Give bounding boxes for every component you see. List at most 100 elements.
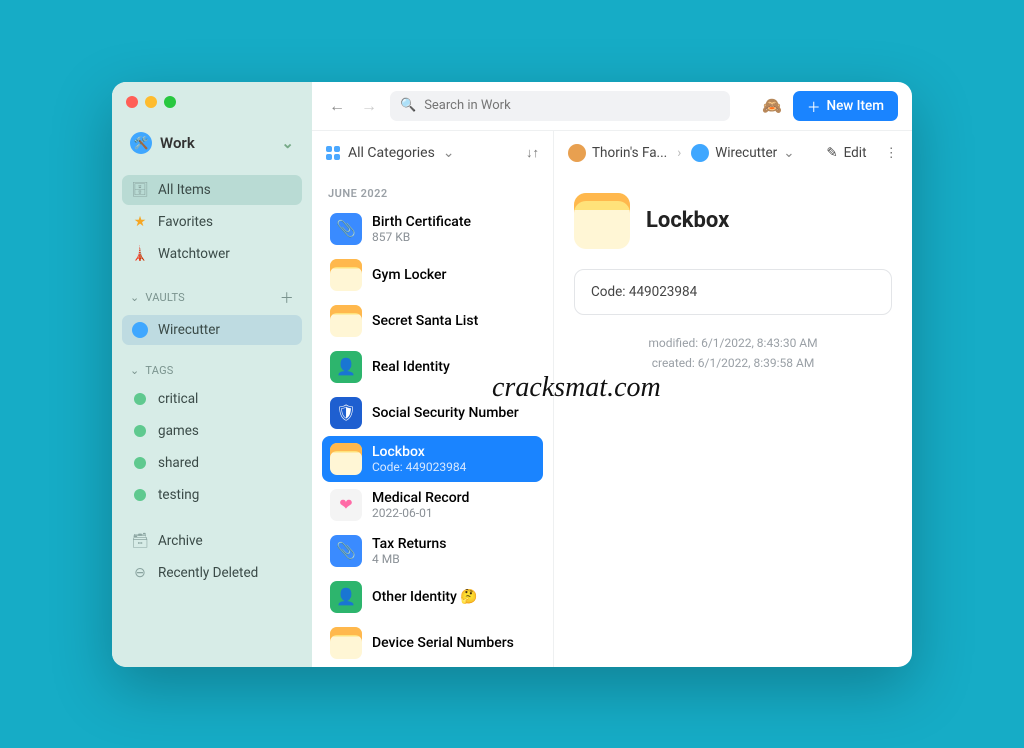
detail-body: Lockbox Code: 449023984 modified: 6/1/20… bbox=[554, 175, 912, 667]
filter-label: All Categories bbox=[348, 145, 435, 161]
more-button[interactable]: ⋮ bbox=[885, 145, 899, 161]
window-controls bbox=[122, 96, 302, 126]
sidebar-item-label: Recently Deleted bbox=[158, 565, 258, 581]
pencil-icon: ✎ bbox=[826, 145, 837, 161]
vault-selector[interactable]: 🛠️ Work ⌄ bbox=[122, 126, 302, 160]
grid-icon bbox=[326, 146, 340, 160]
add-vault-button[interactable]: ＋ bbox=[280, 288, 294, 308]
sidebar-tag-testing[interactable]: testing bbox=[122, 480, 302, 510]
item-field-code[interactable]: Code: 449023984 bbox=[574, 269, 892, 315]
tag-icon bbox=[132, 393, 148, 405]
sidebar-item-label: Archive bbox=[158, 533, 203, 549]
sidebar-tag-games[interactable]: games bbox=[122, 416, 302, 446]
chevron-down-icon: ⌄ bbox=[443, 145, 455, 161]
vault-selector-detail[interactable]: Wirecutter ⌄ bbox=[691, 144, 794, 162]
separator: › bbox=[677, 145, 681, 161]
content-columns: All Categories ⌄ ↓↑ JUNE 2022 📎 Birth Ce… bbox=[312, 130, 912, 667]
trash-icon: ⊖ bbox=[132, 565, 148, 581]
search-input[interactable] bbox=[424, 98, 720, 113]
item-title: Social Security Number bbox=[372, 405, 519, 421]
list-item[interactable]: Gym Locker bbox=[322, 252, 543, 298]
tag-icon bbox=[132, 457, 148, 469]
list-item[interactable]: ❤ Medical Record2022-06-01 bbox=[322, 482, 543, 528]
forward-button[interactable]: → bbox=[358, 95, 380, 117]
item-subtitle: 857 KB bbox=[372, 230, 471, 244]
shield-icon: 🛡 bbox=[330, 397, 362, 429]
list-item[interactable]: 👤 Other Identity 🤔 bbox=[322, 574, 543, 620]
note-icon bbox=[330, 305, 362, 337]
globe-icon bbox=[691, 144, 709, 162]
sort-button[interactable]: ↓↑ bbox=[526, 145, 539, 161]
category-filter[interactable]: All Categories ⌄ ↓↑ bbox=[312, 131, 553, 175]
sidebar-tag-critical[interactable]: critical bbox=[122, 384, 302, 414]
sidebar-tag-shared[interactable]: shared bbox=[122, 448, 302, 478]
close-window-icon[interactable] bbox=[126, 96, 138, 108]
toolbar: ← → 🔍 🙈 ＋ New Item bbox=[312, 82, 912, 130]
chevron-down-icon: ⌄ bbox=[130, 291, 139, 304]
app-window: 🛠️ Work ⌄ 🗄 All Items ★ Favorites 🗼 Watc… bbox=[112, 82, 912, 667]
sidebar-item-label: Wirecutter bbox=[158, 322, 220, 338]
note-icon bbox=[330, 443, 362, 475]
sidebar-item-label: All Items bbox=[158, 182, 211, 198]
family-selector[interactable]: Thorin's Fa... bbox=[568, 144, 667, 162]
list-item[interactable]: 📎 Birth Certificate857 KB bbox=[322, 206, 543, 252]
main-pane: ← → 🔍 🙈 ＋ New Item All Categories ⌄ ↓↑ bbox=[312, 82, 912, 667]
search-field[interactable]: 🔍 bbox=[390, 91, 730, 121]
chevron-down-icon: ⌄ bbox=[130, 364, 139, 377]
privacy-mode-icon[interactable]: 🙈 bbox=[761, 95, 783, 117]
vault-label: Wirecutter bbox=[715, 145, 777, 161]
sidebar-item-favorites[interactable]: ★ Favorites bbox=[122, 207, 302, 237]
cabinet-icon: 🗄 bbox=[132, 182, 148, 198]
tag-icon bbox=[132, 489, 148, 501]
list-item[interactable]: 🛡 Social Security Number bbox=[322, 390, 543, 436]
tags-section-header[interactable]: ⌄ TAGS bbox=[122, 346, 302, 383]
back-button[interactable]: ← bbox=[326, 95, 348, 117]
tower-icon: 🗼 bbox=[132, 246, 148, 262]
list-item[interactable]: 👤 Real Identity bbox=[322, 344, 543, 390]
chevron-down-icon: ⌄ bbox=[783, 145, 794, 161]
list-item[interactable]: Secret Santa List bbox=[322, 298, 543, 344]
group-label: JUNE 2022 bbox=[322, 175, 543, 206]
edit-button[interactable]: ✎ Edit bbox=[826, 145, 866, 161]
sidebar-item-label: shared bbox=[158, 455, 199, 471]
family-label: Thorin's Fa... bbox=[592, 145, 667, 161]
document-icon: 📎 bbox=[330, 213, 362, 245]
item-title: Secret Santa List bbox=[372, 313, 478, 329]
modified-label: modified: 6/1/2022, 8:43:30 AM bbox=[574, 333, 892, 353]
sidebar-item-label: games bbox=[158, 423, 199, 439]
sidebar-item-label: Favorites bbox=[158, 214, 213, 230]
wrench-icon: 🛠️ bbox=[130, 132, 152, 154]
sidebar-archive[interactable]: 🗃 Archive bbox=[122, 526, 302, 556]
list-item-selected[interactable]: LockboxCode: 449023984 bbox=[322, 436, 543, 482]
section-label: VAULTS bbox=[145, 291, 184, 304]
sidebar-item-label: Watchtower bbox=[158, 246, 230, 262]
created-label: created: 6/1/2022, 8:39:58 AM bbox=[574, 353, 892, 373]
avatar bbox=[568, 144, 586, 162]
edit-label: Edit bbox=[844, 145, 867, 161]
sidebar-item-all-items[interactable]: 🗄 All Items bbox=[122, 175, 302, 205]
medical-icon: ❤ bbox=[330, 489, 362, 521]
fullscreen-window-icon[interactable] bbox=[164, 96, 176, 108]
item-big-icon bbox=[574, 193, 630, 249]
vaults-section-header[interactable]: ⌄ VAULTS ＋ bbox=[122, 270, 302, 314]
sidebar-vault-wirecutter[interactable]: Wirecutter bbox=[122, 315, 302, 345]
item-subtitle: 2022-06-01 bbox=[372, 506, 469, 520]
item-title: Other Identity 🤔 bbox=[372, 589, 478, 605]
sidebar-item-label: critical bbox=[158, 391, 198, 407]
new-item-button[interactable]: ＋ New Item bbox=[793, 91, 898, 121]
item-list: JUNE 2022 📎 Birth Certificate857 KB Gym … bbox=[312, 175, 553, 667]
item-title: Device Serial Numbers bbox=[372, 635, 514, 651]
detail-column: Thorin's Fa... › Wirecutter ⌄ ✎ Edit ⋮ bbox=[554, 131, 912, 667]
list-item[interactable]: 📎 Tax Returns4 MB bbox=[322, 528, 543, 574]
item-title: Lockbox bbox=[646, 208, 729, 233]
sidebar-recently-deleted[interactable]: ⊖ Recently Deleted bbox=[122, 558, 302, 588]
minimize-window-icon[interactable] bbox=[145, 96, 157, 108]
item-title: Gym Locker bbox=[372, 267, 447, 283]
vault-name: Work bbox=[160, 134, 195, 152]
star-icon: ★ bbox=[132, 214, 148, 230]
note-icon bbox=[330, 259, 362, 291]
plus-icon: ＋ bbox=[807, 96, 821, 116]
sidebar-item-watchtower[interactable]: 🗼 Watchtower bbox=[122, 239, 302, 269]
list-item[interactable]: Device Serial Numbers bbox=[322, 620, 543, 666]
item-subtitle: Code: 449023984 bbox=[372, 460, 466, 474]
